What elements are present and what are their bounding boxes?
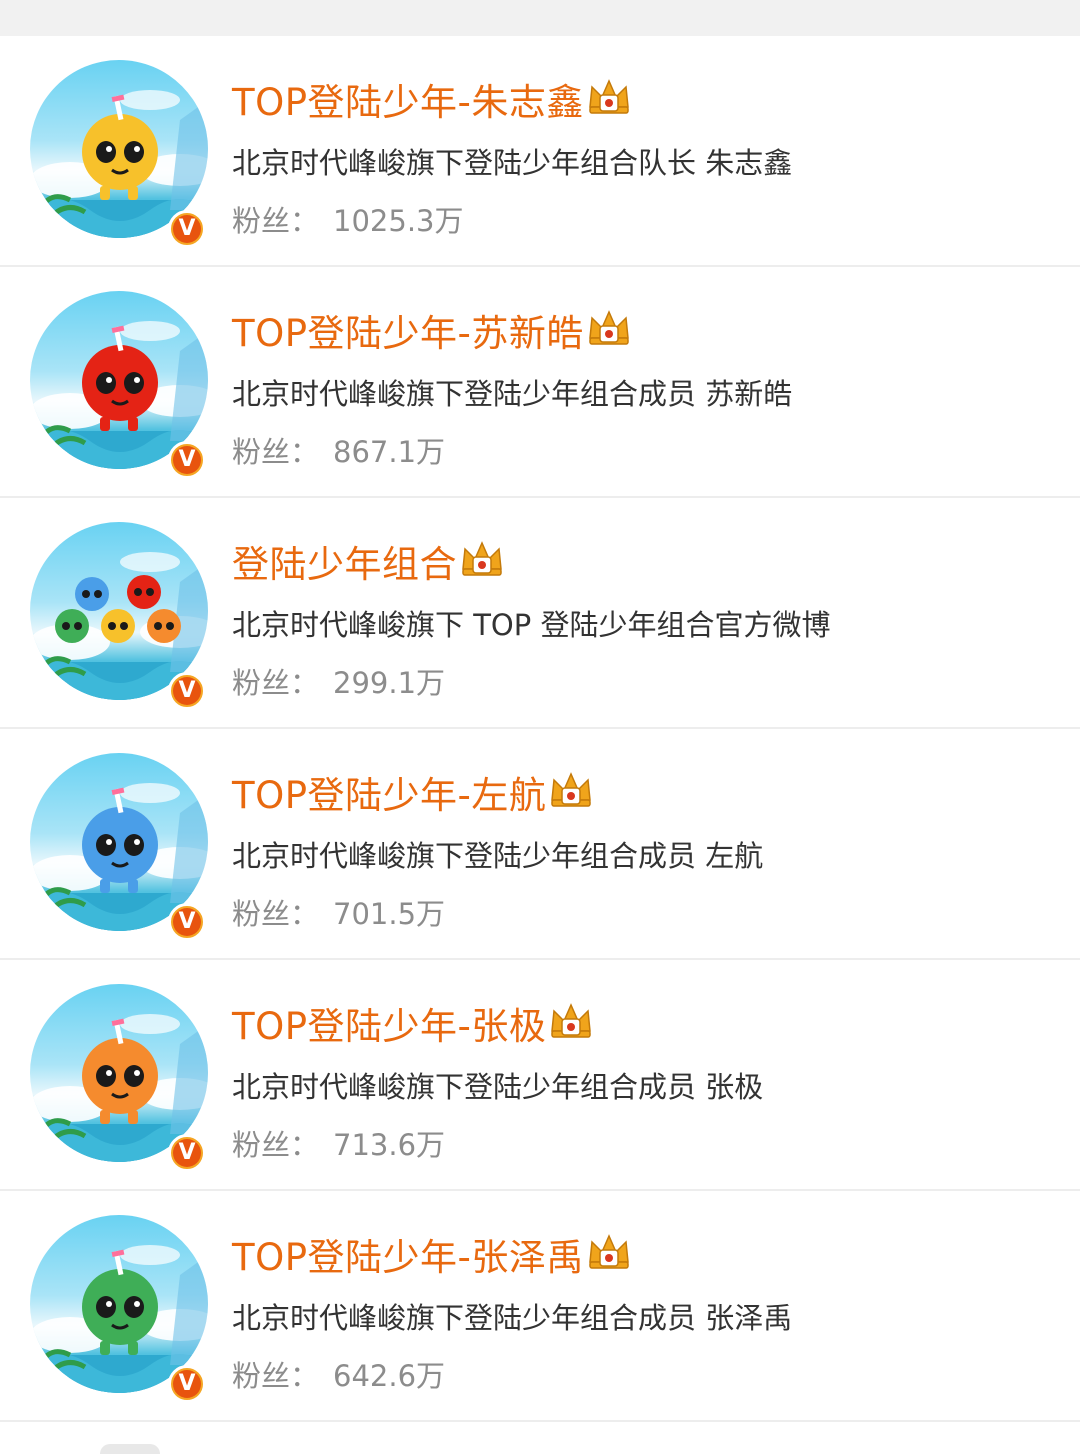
fans-value: 1025.3万 — [333, 204, 464, 238]
crown-icon — [584, 77, 632, 121]
account-name[interactable]: TOP登陆少年-张极 — [232, 996, 546, 1050]
account-name[interactable]: TOP登陆少年-朱志鑫 — [232, 72, 584, 126]
fans-label: 粉丝： — [232, 897, 320, 931]
fans-count: 粉丝： 713.6万 — [232, 1122, 445, 1164]
account-list-item[interactable]: V TOP登陆少年-张泽禹 北京时代峰峻旗下登陆少年组合成员 张泽禹 粉丝： 64… — [0, 1191, 1080, 1422]
account-description: 北京时代峰峻旗下登陆少年组合成员 苏新皓 — [232, 377, 793, 411]
fans-value: 867.1万 — [333, 435, 446, 469]
account-description: 北京时代峰峻旗下 TOP 登陆少年组合官方微博 — [232, 608, 831, 642]
verified-v-icon: V — [168, 903, 206, 941]
account-description: 北京时代峰峻旗下登陆少年组合成员 张极 — [232, 1070, 764, 1104]
fans-label: 粉丝： — [232, 435, 320, 469]
crown-icon — [546, 1001, 594, 1045]
fans-count: 粉丝： 701.5万 — [232, 891, 445, 933]
account-description: 北京时代峰峻旗下登陆少年组合成员 左航 — [232, 839, 764, 873]
verified-v-icon: V — [168, 672, 206, 710]
account-name[interactable]: TOP登陆少年-苏新皓 — [232, 303, 584, 357]
name-row: TOP登陆少年-朱志鑫 — [232, 74, 632, 124]
name-row: TOP登陆少年-张极 — [232, 998, 594, 1048]
account-name[interactable]: TOP登陆少年-张泽禹 — [232, 1227, 584, 1281]
fans-label: 粉丝： — [232, 1359, 320, 1393]
crown-icon — [457, 539, 505, 583]
crown-icon — [546, 770, 594, 814]
fans-count: 粉丝： 299.1万 — [232, 660, 445, 702]
fans-count: 粉丝： 1025.3万 — [232, 198, 464, 240]
fans-label: 粉丝： — [232, 1128, 320, 1162]
account-description: 北京时代峰峻旗下登陆少年组合队长 朱志鑫 — [232, 146, 793, 180]
account-list-item[interactable]: V TOP登陆少年-左航 北京时代峰峻旗下登陆少年组合成员 左航 粉丝： 701.… — [0, 729, 1080, 960]
account-description: 北京时代峰峻旗下登陆少年组合成员 张泽禹 — [232, 1301, 793, 1335]
fans-label: 粉丝： — [232, 666, 320, 700]
crown-icon — [584, 308, 632, 352]
verified-v-icon: V — [168, 1134, 206, 1172]
crown-icon — [584, 1232, 632, 1276]
verified-v-icon: V — [168, 1365, 206, 1403]
fans-value: 642.6万 — [333, 1359, 446, 1393]
account-list-item[interactable]: V TOP登陆少年-张极 北京时代峰峻旗下登陆少年组合成员 张极 粉丝： 713.… — [0, 960, 1080, 1191]
fans-label: 粉丝： — [232, 204, 320, 238]
name-row: TOP登陆少年-苏新皓 — [232, 305, 632, 355]
fans-count: 粉丝： 642.6万 — [232, 1353, 445, 1395]
name-row: TOP登陆少年-左航 — [232, 767, 594, 817]
fans-value: 299.1万 — [333, 666, 446, 700]
account-name[interactable]: TOP登陆少年-左航 — [232, 765, 546, 819]
account-name[interactable]: 登陆少年组合 — [232, 534, 457, 588]
fans-value: 701.5万 — [333, 897, 446, 931]
top-separator — [0, 0, 1080, 36]
name-row: 登陆少年组合 — [232, 536, 505, 586]
name-row: TOP登陆少年-张泽禹 — [232, 1229, 632, 1279]
next-item-peek — [0, 1422, 1080, 1454]
fans-value: 713.6万 — [333, 1128, 446, 1162]
account-list-item[interactable]: V TOP登陆少年-苏新皓 北京时代峰峻旗下登陆少年组合成员 苏新皓 粉丝： 86… — [0, 267, 1080, 498]
verified-v-icon: V — [168, 441, 206, 479]
account-list: V TOP登陆少年-朱志鑫 北京时代峰峻旗下登陆少年组合队长 朱志鑫 粉丝： 10… — [0, 36, 1080, 1422]
verified-v-icon: V — [168, 210, 206, 248]
fans-count: 粉丝： 867.1万 — [232, 429, 445, 471]
account-list-item[interactable]: V TOP登陆少年-朱志鑫 北京时代峰峻旗下登陆少年组合队长 朱志鑫 粉丝： 10… — [0, 36, 1080, 267]
account-list-item[interactable]: V 登陆少年组合 北京时代峰峻旗下 TOP 登陆少年组合官方微博 粉丝： 299.… — [0, 498, 1080, 729]
